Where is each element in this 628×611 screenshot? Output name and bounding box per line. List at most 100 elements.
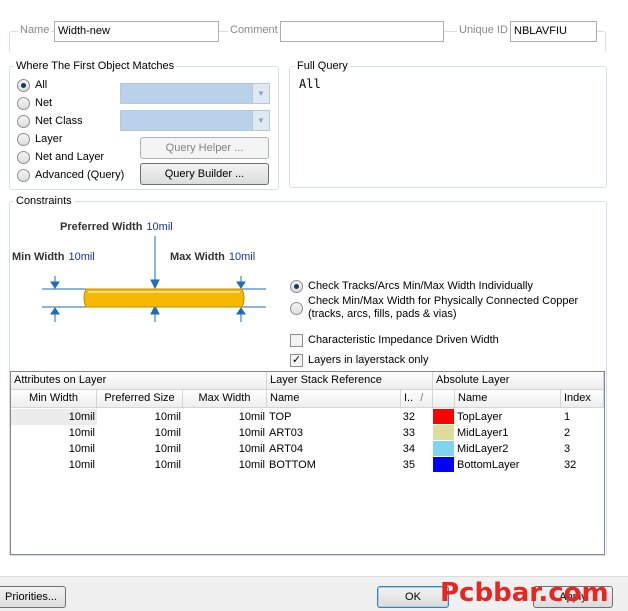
radio-all-label: All [35, 79, 48, 91]
table-row-2-min[interactable]: 10mil [11, 441, 95, 457]
preferred-width-label: Preferred Width 10mil [60, 221, 173, 233]
comment-input[interactable] [280, 21, 444, 42]
radio-check-connected[interactable]: Check Min/Max Width for Physically Conne… [290, 295, 578, 323]
radio-net-class-indicator[interactable] [17, 114, 30, 128]
track-shape [83, 288, 245, 308]
checkbox-impedance-label: Characteristic Impedance Driven Width [308, 334, 499, 346]
table-row-3-min[interactable]: 10mil [11, 457, 95, 473]
query-builder-button[interactable]: Query Builder ... [140, 163, 269, 185]
preferred-width-text: Preferred Width [60, 221, 143, 233]
table-row-2-ref-name[interactable]: ART04 [269, 441, 303, 457]
col-min-width[interactable]: Min Width [11, 390, 97, 408]
chevron-down-icon[interactable]: ▼ [252, 111, 269, 130]
table-row-1-pref[interactable]: 10mil [97, 425, 181, 441]
table-row-0-abs-index[interactable]: 1 [564, 409, 570, 425]
table-row-2-abs-index[interactable]: 3 [564, 441, 570, 457]
radio-check-connected-line1: Check Min/Max Width for Physically Conne… [308, 295, 579, 307]
group-header-attributes: Attributes on Layer [11, 372, 267, 390]
radio-advanced-label: Advanced (Query) [35, 169, 125, 181]
radio-check-connected-line2: (tracks, arcs, fills, pads & vias) [308, 308, 457, 320]
radio-layer-label: Layer [35, 133, 63, 145]
radio-net-and-layer-label: Net and Layer [35, 151, 105, 163]
table-row-0-pref[interactable]: 10mil [97, 409, 181, 425]
watermark: Pcbbar.com [440, 578, 609, 608]
table-row-3-ref-index[interactable]: 35 [401, 457, 415, 473]
radio-all-indicator[interactable] [17, 78, 30, 92]
radio-net-and-layer[interactable]: Net and Layer [17, 149, 104, 165]
table-row-1-ref-index[interactable]: 33 [401, 425, 415, 441]
table-row-2-pref[interactable]: 10mil [97, 441, 181, 457]
radio-layer[interactable]: Layer [17, 131, 63, 147]
table-row-0-color-swatch[interactable] [433, 409, 454, 424]
table-row-2-max[interactable]: 10mil [183, 441, 265, 457]
radio-advanced-indicator[interactable] [17, 168, 30, 182]
full-query-group [289, 66, 607, 188]
table-row-3-abs-index[interactable]: 32 [564, 457, 576, 473]
table-row-1-ref-name[interactable]: ART03 [269, 425, 303, 441]
ok-button[interactable]: OK [377, 586, 449, 608]
layer-table[interactable]: Attributes on Layer Layer Stack Referenc… [10, 371, 605, 555]
group-header-absolute-layer: Absolute Layer [433, 372, 604, 390]
table-row-2-ref-index[interactable]: 34 [401, 441, 415, 457]
radio-net-and-layer-indicator[interactable] [17, 150, 30, 164]
priorities-button[interactable]: Priorities... [0, 586, 66, 608]
table-row-3-max[interactable]: 10mil [183, 457, 265, 473]
group-header-layer-stack: Layer Stack Reference [267, 372, 433, 390]
table-row-1-min[interactable]: 10mil [11, 425, 95, 441]
check-mark-icon[interactable]: ✓ [290, 353, 303, 367]
col-index-short-label: I.. [404, 392, 414, 404]
col-max-width[interactable]: Max Width [183, 390, 267, 408]
col-name[interactable]: Name [267, 390, 401, 408]
col-preferred-size[interactable]: Preferred Size [97, 390, 183, 408]
radio-advanced[interactable]: Advanced (Query) [17, 167, 124, 183]
full-query-title: Full Query [295, 60, 350, 72]
table-row-2-abs-name[interactable]: MidLayer2 [457, 441, 508, 457]
table-row-3-pref[interactable]: 10mil [97, 457, 181, 473]
unique-id-label: Unique ID [457, 24, 510, 36]
table-row-0-ref-index[interactable]: 32 [401, 409, 415, 425]
name-label: Name [18, 24, 52, 36]
match-group-title: Where The First Object Matches [14, 60, 177, 72]
table-row-0-ref-name[interactable]: TOP [269, 409, 291, 425]
radio-net-class-label: Net Class [35, 115, 83, 127]
radio-net-class[interactable]: Net Class [17, 113, 83, 129]
chevron-down-icon[interactable]: ▼ [252, 84, 269, 103]
checkbox-impedance[interactable]: Characteristic Impedance Driven Width [290, 332, 499, 348]
table-row-3-color-swatch[interactable] [433, 457, 454, 472]
table-row-0-max[interactable]: 10mil [183, 409, 265, 425]
net-combo[interactable]: ▼ [120, 83, 270, 104]
checkbox-impedance-box[interactable] [290, 333, 303, 347]
col-abs-name[interactable]: Name [455, 390, 561, 408]
col-abs-index[interactable]: Index [561, 390, 604, 408]
table-row-1-abs-name[interactable]: MidLayer1 [457, 425, 508, 441]
net-class-combo[interactable]: ▼ [120, 110, 270, 131]
radio-net-label: Net [35, 97, 53, 109]
col-color [433, 390, 455, 408]
sort-icon: / [420, 392, 424, 404]
radio-check-connected-indicator[interactable] [290, 302, 303, 315]
table-row-3-abs-name[interactable]: BottomLayer [457, 457, 519, 473]
table-row-1-color-swatch[interactable] [433, 425, 454, 440]
radio-all[interactable]: All [17, 77, 47, 93]
unique-id-input[interactable]: NBLAVFIU [510, 21, 597, 42]
radio-net-indicator[interactable] [17, 96, 30, 110]
table-row-2-color-swatch[interactable] [433, 441, 454, 456]
dimension-lines [42, 236, 266, 322]
checkbox-layerstack[interactable]: ✓ Layers in layerstack only [290, 352, 428, 368]
radio-check-individually[interactable]: Check Tracks/Arcs Min/Max Width Individu… [290, 278, 533, 294]
preferred-width-value[interactable]: 10mil [146, 221, 172, 233]
col-index-short[interactable]: I.. / [401, 390, 433, 408]
table-row-0-abs-name[interactable]: TopLayer [457, 409, 502, 425]
query-helper-button[interactable]: Query Helper ... [140, 137, 269, 159]
radio-check-individually-indicator[interactable] [290, 279, 303, 293]
full-query-text[interactable]: All [299, 77, 321, 91]
radio-net[interactable]: Net [17, 95, 52, 111]
table-row-0-min[interactable]: 10mil [11, 409, 95, 425]
table-row-1-max[interactable]: 10mil [183, 425, 265, 441]
radio-layer-indicator[interactable] [17, 132, 30, 146]
name-input[interactable]: Width-new [54, 21, 219, 42]
comment-label: Comment [228, 24, 280, 36]
table-row-3-ref-name[interactable]: BOTTOM [269, 457, 316, 473]
constraints-title: Constraints [14, 195, 74, 207]
table-row-1-abs-index[interactable]: 2 [564, 425, 570, 441]
